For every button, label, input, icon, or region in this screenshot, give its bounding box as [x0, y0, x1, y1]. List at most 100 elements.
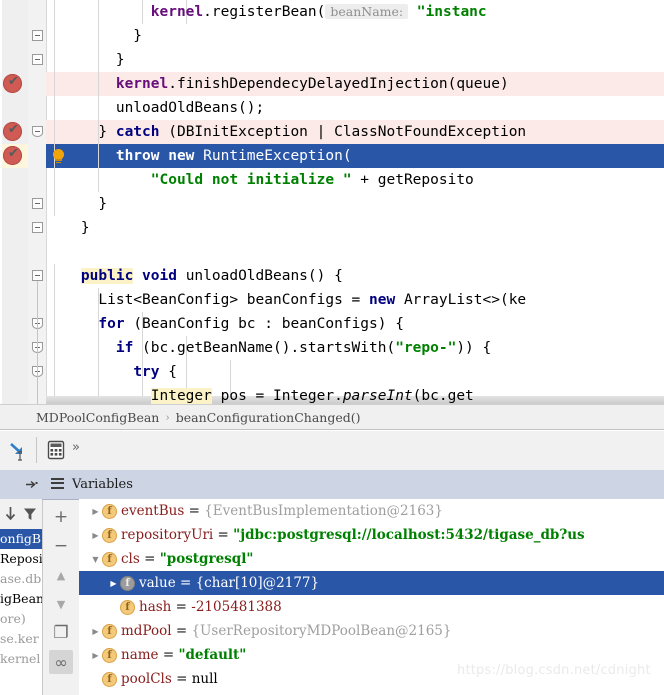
code-token: (bc.getBeanName().startsWith(: [133, 340, 396, 356]
variable-name: name: [121, 647, 159, 663]
variable-value: {char[10]@2177}: [195, 575, 320, 591]
code-line[interactable]: if (bc.getBeanName().startsWith("repo-")…: [46, 336, 664, 360]
field-icon: f: [102, 552, 117, 567]
variable-value: "postgresql": [159, 551, 254, 567]
frame-row[interactable]: kernel: [0, 649, 42, 669]
frame-row[interactable]: ore): [0, 609, 42, 629]
variables-panel-header: Variables: [42, 470, 664, 500]
code-line-text: for (BeanConfig bc : beanConfigs) {: [46, 312, 404, 336]
code-line[interactable]: "Could not initialize " + getReposito: [46, 168, 664, 192]
breakpoint-verified-icon[interactable]: ✔: [3, 122, 22, 141]
variables-menu-icon[interactable]: [51, 477, 64, 492]
twisty-collapsed-icon[interactable]: ▶: [89, 500, 102, 524]
code-token: pos = Integer.: [211, 388, 343, 404]
code-line[interactable]: [46, 240, 664, 264]
code-token: }: [46, 52, 125, 68]
code-token: void: [142, 268, 177, 284]
breadcrumb-method[interactable]: beanConfigurationChanged(): [176, 410, 361, 425]
code-token: parseInt: [342, 388, 413, 404]
collapse-icon[interactable]: [25, 478, 38, 494]
debug-toolbar[interactable]: »: [0, 431, 664, 471]
editor-gutter[interactable]: ✔ ✔ ✔: [0, 0, 28, 404]
code-line[interactable]: }: [46, 48, 664, 72]
code-fold-toggle-icon[interactable]: [32, 198, 43, 209]
breakpoint-verified-icon[interactable]: ✔: [3, 74, 22, 93]
code-line[interactable]: for (BeanConfig bc : beanConfigs) {: [46, 312, 664, 336]
editor-left-edge: [0, 0, 2, 431]
code-line[interactable]: try {: [46, 360, 664, 384]
twisty-collapsed-icon[interactable]: ▶: [89, 620, 102, 644]
export-threads-icon[interactable]: [3, 506, 18, 522]
frame-row[interactable]: ase.db: [0, 569, 42, 589]
code-token: (DBInitException | ClassNotFoundExceptio…: [159, 124, 527, 140]
remove-watch-button[interactable]: −: [49, 534, 73, 558]
variable-row[interactable]: fpoolSize = 32: [79, 691, 664, 695]
code-line-text: unloadOldBeans();: [46, 96, 264, 120]
evaluate-expression-icon[interactable]: [45, 439, 67, 461]
editor-fold-strip[interactable]: [28, 0, 47, 404]
code-token: new: [369, 292, 396, 308]
code-fold-toggle-icon[interactable]: [32, 270, 43, 281]
inline-watches-button[interactable]: ∞: [49, 650, 73, 674]
debugger-panel: onfigB Reposi ase.db igBean ore) se.ker kernel…: [0, 470, 664, 695]
twisty-collapsed-icon[interactable]: ▶: [89, 644, 102, 668]
code-fold-toggle-icon[interactable]: [32, 54, 43, 65]
code-line[interactable]: }: [46, 192, 664, 216]
variable-row[interactable]: ▶ f eventBus = {EventBusImplementation@216…: [79, 499, 664, 523]
code-line[interactable]: public void unloadOldBeans() {: [46, 264, 664, 288]
breadcrumb-class[interactable]: MDPoolConfigBean: [36, 410, 159, 425]
code-line[interactable]: throw new RuntimeException(: [46, 144, 664, 168]
code-token: {: [159, 364, 177, 380]
frames-panel[interactable]: onfigB Reposi ase.db igBean ore) se.ker kernel: [0, 470, 42, 695]
breakpoint-check-glyph: ✔: [8, 146, 19, 161]
code-line[interactable]: List<BeanConfig> beanConfigs = new Array…: [46, 288, 664, 312]
frames-list[interactable]: onfigB Reposi ase.db igBean ore) se.ker kernel: [0, 529, 42, 695]
frame-row[interactable]: igBean: [0, 589, 42, 609]
toolbar-overflow-icon[interactable]: »: [72, 440, 80, 455]
move-up-button[interactable]: ▲: [49, 563, 73, 587]
code-token: .finishDependecyDelayedInjection(queue): [168, 76, 509, 92]
variable-value: {EventBusImplementation@2163}: [204, 503, 443, 519]
breakpoint-verified-icon[interactable]: ✔: [3, 146, 22, 165]
code-surface[interactable]: kernel.registerBean( beanName: "instanc …: [46, 0, 664, 404]
variable-row[interactable]: ▶ f mdPool = {UserRepositoryMDPoolBean@216…: [79, 619, 664, 643]
code-line-text: Integer pos = Integer.parseInt(bc.get: [46, 384, 474, 404]
code-line[interactable]: }: [46, 24, 664, 48]
frames-toolbar[interactable]: [0, 499, 42, 529]
code-line[interactable]: }: [46, 216, 664, 240]
variable-row[interactable]: ▼ f cls = "postgresql": [79, 547, 664, 571]
variable-row[interactable]: ▶ f value = {char[10]@2177}: [79, 571, 664, 595]
twisty-collapsed-icon[interactable]: ▶: [107, 572, 120, 596]
restore-layout-icon[interactable]: [8, 441, 30, 461]
code-line[interactable]: kernel.registerBean( beanName: "instanc: [46, 0, 664, 24]
variable-row[interactable]: ▶ f repositoryUri = "jdbc:postgresql://loc…: [79, 523, 664, 547]
variable-row[interactable]: f poolCls = null: [79, 667, 664, 691]
copy-value-button[interactable]: ❐: [49, 621, 73, 645]
variables-list[interactable]: ▶ f eventBus = {EventBusImplementation@216…: [79, 499, 664, 695]
variable-equals: =: [171, 623, 192, 639]
variable-row[interactable]: ▶ f name = "default": [79, 643, 664, 667]
code-token: }: [46, 196, 108, 212]
field-icon: f: [102, 648, 117, 663]
frame-row[interactable]: se.ker: [0, 629, 42, 649]
variable-row[interactable]: f hash = -2105481388: [79, 595, 664, 619]
breadcrumb[interactable]: MDPoolConfigBean › beanConfigurationChan…: [0, 404, 664, 430]
variables-mini-toolbar[interactable]: + − ▲ ▼ ❐ ∞: [42, 499, 80, 695]
frame-row[interactable]: Reposi: [0, 549, 42, 569]
code-token: "instanc: [408, 4, 487, 20]
twisty-collapsed-icon[interactable]: ▶: [89, 524, 102, 548]
code-line[interactable]: } catch (DBInitException | ClassNotFound…: [46, 120, 664, 144]
code-editor[interactable]: ✔ ✔ ✔ kernel.registerBean( beanName: "inst…: [0, 0, 664, 404]
add-watch-button[interactable]: +: [49, 505, 73, 529]
code-fold-toggle-icon[interactable]: [32, 126, 43, 137]
twisty-expanded-icon[interactable]: ▼: [89, 548, 102, 572]
filter-icon[interactable]: [22, 506, 38, 522]
variable-value: null: [191, 671, 218, 687]
code-fold-toggle-icon[interactable]: [32, 30, 43, 41]
code-line[interactable]: unloadOldBeans();: [46, 96, 664, 120]
code-fold-toggle-icon[interactable]: [32, 222, 43, 233]
code-line[interactable]: kernel.finishDependecyDelayedInjection(q…: [46, 72, 664, 96]
frame-row[interactable]: onfigB: [0, 529, 42, 549]
frames-panel-header: [0, 470, 42, 500]
move-down-button[interactable]: ▼: [49, 592, 73, 616]
